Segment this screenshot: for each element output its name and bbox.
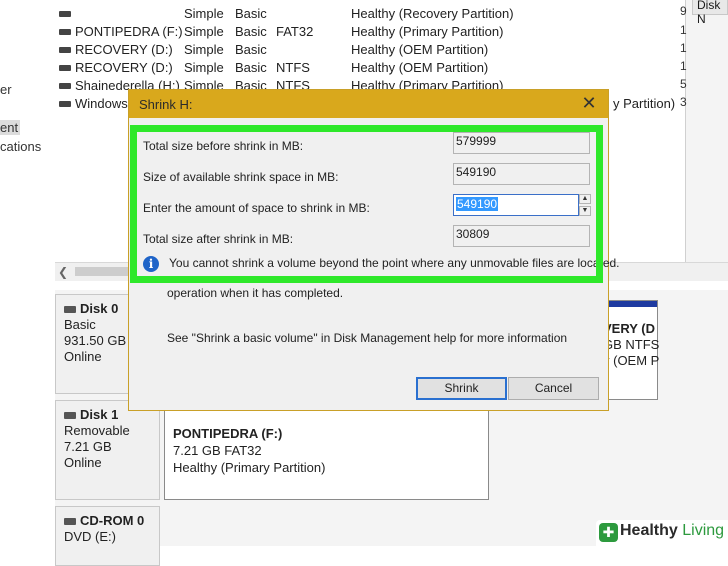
dialog-title: Shrink H: bbox=[139, 97, 193, 112]
disk-icon bbox=[64, 306, 76, 314]
partition-info: VERY (D GB NTFS y (OEM P bbox=[603, 321, 659, 369]
disk-size: 7.21 GB bbox=[64, 439, 112, 454]
partition-detail: GB NTFS bbox=[603, 337, 660, 352]
disk-name: CD-ROM 0 bbox=[80, 513, 145, 528]
shrink-button[interactable]: Shrink bbox=[416, 377, 507, 400]
console-tree-pane: er ent cations bbox=[0, 0, 56, 280]
volume-status: Healthy (Primary Partition) bbox=[351, 24, 504, 39]
watermark-word-1: Healthy bbox=[620, 522, 678, 539]
volume-layout: Simple bbox=[184, 42, 224, 57]
partition-title: PONTIPEDRA (F:) bbox=[173, 426, 283, 441]
partition-bar bbox=[601, 301, 657, 307]
volume-name: Windows bbox=[75, 96, 128, 111]
watermark-text: Healthy Living bbox=[620, 522, 724, 540]
drive-icon bbox=[59, 83, 71, 89]
console-tree-item[interactable]: er bbox=[0, 82, 12, 97]
volume-type: Basic bbox=[235, 60, 267, 75]
console-tree-item[interactable]: cations bbox=[0, 139, 41, 154]
volume-status: Healthy (OEM Partition) bbox=[351, 42, 489, 57]
cdrom-icon bbox=[64, 518, 76, 526]
disk-icon bbox=[64, 412, 76, 420]
drive-icon bbox=[59, 47, 71, 53]
watermark: ✚ Healthy Living bbox=[596, 520, 728, 546]
volume-status: y Partition) bbox=[613, 96, 676, 111]
drive-icon bbox=[59, 29, 71, 35]
volume-name: RECOVERY (D:) bbox=[75, 42, 173, 57]
highlight-frame bbox=[130, 125, 603, 283]
disk-name: Disk 0 bbox=[80, 301, 119, 316]
column-value: 1 bbox=[680, 59, 687, 73]
cdrom-0-label[interactable]: CD-ROM 0 DVD (E:) bbox=[55, 506, 160, 566]
cancel-button[interactable]: Cancel bbox=[508, 377, 599, 400]
disk-state: Online bbox=[64, 455, 102, 470]
drive-icon bbox=[59, 65, 71, 71]
volume-row[interactable]: RECOVERY (D:) Simple Basic Healthy (OEM … bbox=[55, 41, 685, 59]
partition-title: VERY (D bbox=[603, 321, 656, 336]
volume-row[interactable]: PONTIPEDRA (F:) Simple Basic FAT32 Healt… bbox=[55, 23, 685, 41]
drive-icon bbox=[59, 11, 71, 17]
volume-row[interactable]: Simple Basic Healthy (Recovery Partition… bbox=[55, 5, 685, 23]
console-tree-item-selected[interactable]: ent bbox=[0, 120, 20, 135]
partition-pontipedra[interactable]: PONTIPEDRA (F:) 7.21 GB FAT32 Healthy (P… bbox=[164, 400, 489, 500]
disk-1-label[interactable]: Disk 1 Removable 7.21 GB Online bbox=[55, 400, 160, 500]
volume-name: PONTIPEDRA (F:) bbox=[75, 24, 183, 39]
scroll-left-icon[interactable]: ❮ bbox=[58, 265, 68, 279]
column-value: 1 bbox=[680, 23, 687, 37]
disk-kind: DVD (E:) bbox=[64, 529, 116, 544]
partition-detail: 7.21 GB FAT32 bbox=[173, 443, 262, 458]
left-lower-pane bbox=[0, 290, 56, 546]
volume-row[interactable]: RECOVERY (D:) Simple Basic NTFS Healthy … bbox=[55, 59, 685, 77]
volume-layout: Simple bbox=[184, 24, 224, 39]
column-value: 9 bbox=[680, 4, 687, 18]
volume-status: Healthy (Recovery Partition) bbox=[351, 6, 514, 21]
disk-kind: Removable bbox=[64, 423, 130, 438]
column-value: 5 bbox=[680, 77, 687, 91]
close-icon[interactable]: ✕ bbox=[578, 92, 600, 114]
partition-status: Healthy (Primary Partition) bbox=[173, 460, 326, 475]
help-text: See "Shrink a basic volume" in Disk Mana… bbox=[167, 331, 568, 345]
volume-type: Basic bbox=[235, 6, 267, 21]
column-value: 1 bbox=[680, 41, 687, 55]
partition-info: PONTIPEDRA (F:) 7.21 GB FAT32 Healthy (P… bbox=[173, 425, 325, 476]
volume-name: RECOVERY (D:) bbox=[75, 60, 173, 75]
dialog-titlebar[interactable]: Shrink H: ✕ bbox=[129, 90, 608, 118]
volume-layout: Simple bbox=[184, 60, 224, 75]
drive-icon bbox=[59, 101, 71, 107]
watermark-logo-icon: ✚ bbox=[599, 523, 618, 542]
volume-layout: Simple bbox=[184, 6, 224, 21]
shrink-warning-continuation: operation when it has completed. bbox=[167, 286, 344, 300]
volume-fs: NTFS bbox=[276, 60, 310, 75]
watermark-word-2: Living bbox=[677, 522, 725, 539]
volume-fs: FAT32 bbox=[276, 24, 314, 39]
volume-status: Healthy (OEM Partition) bbox=[351, 60, 489, 75]
column-value: 3 bbox=[680, 95, 687, 109]
volume-list-right-column: 9 1 1 1 5 3 bbox=[680, 0, 728, 262]
disk-name: Disk 1 bbox=[80, 407, 119, 422]
volume-type: Basic bbox=[235, 24, 267, 39]
partition-status: y (OEM P bbox=[603, 353, 660, 368]
volume-type: Basic bbox=[235, 42, 267, 57]
column-header[interactable]: Disk N bbox=[692, 0, 728, 26]
